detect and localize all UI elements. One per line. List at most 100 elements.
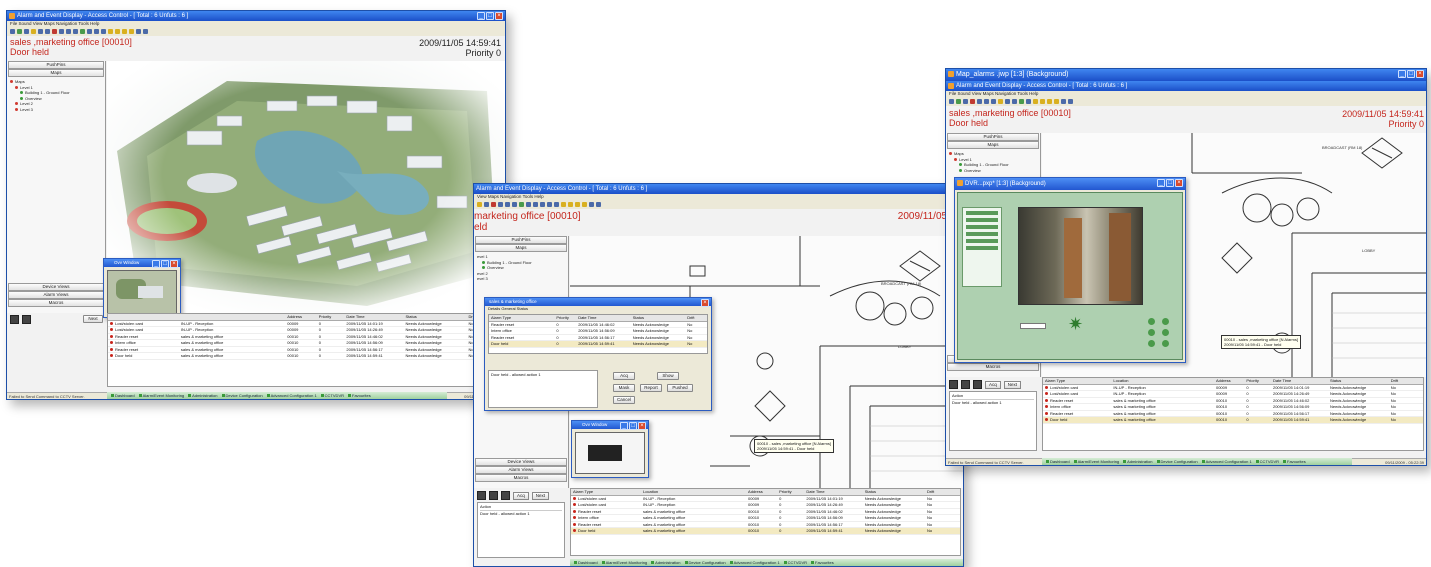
dvr-window[interactable]: DVR...pxp* [1:3] (Background) _ □ × ✷	[954, 177, 1186, 363]
grid-icon[interactable]	[949, 380, 958, 389]
tool-icon[interactable]	[1061, 99, 1066, 104]
tool-icon[interactable]	[963, 99, 968, 104]
tool-icon[interactable]	[1019, 99, 1024, 104]
tool-icon[interactable]	[108, 29, 113, 34]
panel-icon[interactable]	[501, 491, 510, 500]
table-row[interactable]: Door held sales & marketing office 00010 0 2…	[1043, 417, 1423, 424]
layout-icon[interactable]	[489, 491, 498, 500]
overview-thumbnail[interactable]	[575, 432, 645, 474]
table-body[interactable]: Lost/stolen card IN-UP - Reception 00009 0 2…	[1043, 385, 1423, 424]
tool-icon[interactable]	[122, 29, 127, 34]
tool-icon[interactable]	[1040, 99, 1045, 104]
tool-icon[interactable]	[575, 202, 580, 207]
tool-icon[interactable]	[512, 202, 517, 207]
tool-icon[interactable]	[568, 202, 573, 207]
maps-button[interactable]: Maps	[947, 141, 1039, 149]
taskbar-item[interactable]: CCTVDVR	[1256, 458, 1279, 465]
tool-icon[interactable]	[143, 29, 148, 34]
pushpins-button[interactable]: PushPins	[475, 236, 567, 244]
taskbar-item[interactable]: Advanced Configuration 1	[267, 392, 317, 399]
tool-icon[interactable]	[491, 202, 496, 207]
alarm-views-button[interactable]: Alarm Views	[8, 291, 104, 299]
tool-icon[interactable]	[484, 202, 489, 207]
minimize-icon[interactable]: _	[1157, 179, 1165, 187]
layout-icon[interactable]	[22, 315, 31, 324]
tool-icon[interactable]	[38, 29, 43, 34]
tree-item[interactable]: Level 3	[10, 107, 102, 113]
tool-icon[interactable]	[533, 202, 538, 207]
table-row[interactable]: Door held 0 2009/11/05 14:59:41 Needs Ackno…	[489, 341, 707, 348]
tool-icon[interactable]	[17, 29, 22, 34]
taskbar-item[interactable]: Alarm/Event Monitoring	[1074, 458, 1120, 465]
alarm-detail-dialog[interactable]: sales & marketing office × Details Gener…	[484, 297, 712, 411]
tool-icon[interactable]	[956, 99, 961, 104]
tool-icon[interactable]	[87, 29, 92, 34]
macros-button[interactable]: Macros	[475, 474, 567, 482]
tool-icon[interactable]	[24, 29, 29, 34]
minimize-icon[interactable]: _	[1398, 70, 1406, 78]
tool-icon[interactable]	[136, 29, 141, 34]
tool-icon[interactable]	[129, 29, 134, 34]
tree-item[interactable]: Overview	[949, 168, 1037, 174]
dialog-alarm-table[interactable]: Alarm Type Priority Date Time Status Drift R…	[488, 314, 708, 354]
tool-icon[interactable]	[561, 202, 566, 207]
acknowledge-button[interactable]: Acq	[985, 380, 1001, 389]
maximize-icon[interactable]: □	[161, 260, 169, 268]
tool-icon[interactable]	[73, 29, 78, 34]
toolbar[interactable]	[474, 200, 963, 209]
tool-icon[interactable]	[977, 99, 982, 104]
maps-button[interactable]: Maps	[475, 244, 567, 252]
tool-icon[interactable]	[991, 99, 996, 104]
close-icon[interactable]: ×	[1416, 70, 1424, 78]
maximize-icon[interactable]: □	[1166, 179, 1174, 187]
table-body[interactable]: Lost/stolen card IN-UP - Reception 00009 0 2…	[571, 496, 960, 535]
maximize-icon[interactable]: □	[486, 12, 494, 20]
taskbar[interactable]: Dashboard Alarm/Event Monitoring Administr…	[107, 392, 447, 399]
tool-icon[interactable]	[45, 29, 50, 34]
taskbar-item[interactable]: CCTVDVR	[321, 392, 344, 399]
overview-popup[interactable]: Ovv Window _ □ ×	[571, 420, 649, 478]
device-views-button[interactable]: Device Views	[8, 283, 104, 291]
zoom-controls[interactable]	[1148, 318, 1172, 348]
acknowledge-button[interactable]: Acq	[513, 491, 529, 500]
nav-buttons[interactable]	[10, 315, 31, 324]
panel-icon[interactable]	[973, 380, 982, 389]
tool-icon[interactable]	[970, 99, 975, 104]
close-icon[interactable]: ×	[638, 422, 646, 430]
tool-icon[interactable]	[1033, 99, 1038, 104]
pushed-button[interactable]: Pushed	[667, 384, 693, 392]
tool-icon[interactable]	[31, 29, 36, 34]
tool-icon[interactable]	[540, 202, 545, 207]
tool-icon[interactable]	[526, 202, 531, 207]
tool-icon[interactable]	[80, 29, 85, 34]
toolbar[interactable]	[7, 27, 505, 36]
table-body[interactable]: Lost/stolen card IN-UP - Reception 00009 0 2…	[108, 321, 502, 360]
close-icon[interactable]: ×	[495, 12, 503, 20]
tool-icon[interactable]	[477, 202, 482, 207]
taskbar-item[interactable]: Favourites	[1283, 458, 1306, 465]
tool-icon[interactable]	[998, 99, 1003, 104]
show-button[interactable]: Show	[657, 372, 679, 380]
tool-icon[interactable]	[582, 202, 587, 207]
taskbar-item[interactable]: Advanced Configuration 1	[1202, 458, 1252, 465]
tool-icon[interactable]	[505, 202, 510, 207]
table-row[interactable]: Door held sales & marketing office 00010 0 2…	[108, 353, 502, 360]
tool-icon[interactable]	[101, 29, 106, 34]
cancel-button[interactable]: Cancel	[613, 396, 635, 404]
next-button[interactable]: Next	[531, 491, 550, 500]
maps-button[interactable]: Maps	[8, 69, 104, 77]
layout-icon[interactable]	[961, 380, 970, 389]
map-tree[interactable]: evel 1 Building 1 - Ground Floor Overvie…	[474, 252, 568, 284]
tool-icon[interactable]	[1005, 99, 1010, 104]
table-body[interactable]: Reader reset 0 2009/11/05 14:46:02 Needs Ac…	[489, 322, 707, 348]
close-icon[interactable]: ×	[701, 299, 709, 307]
taskbar-item[interactable]: Favourites	[348, 392, 371, 399]
close-icon[interactable]: ×	[1175, 179, 1183, 187]
grid-icon[interactable]	[10, 315, 19, 324]
next-button[interactable]: Next	[1003, 380, 1022, 389]
tool-icon[interactable]	[1054, 99, 1059, 104]
tool-icon[interactable]	[1047, 99, 1052, 104]
action-box[interactable]: Action Door held - allowed action 1	[477, 502, 565, 558]
dvr-control-panel[interactable]: ✷	[957, 192, 1183, 360]
macros-button[interactable]: Macros	[8, 299, 104, 307]
